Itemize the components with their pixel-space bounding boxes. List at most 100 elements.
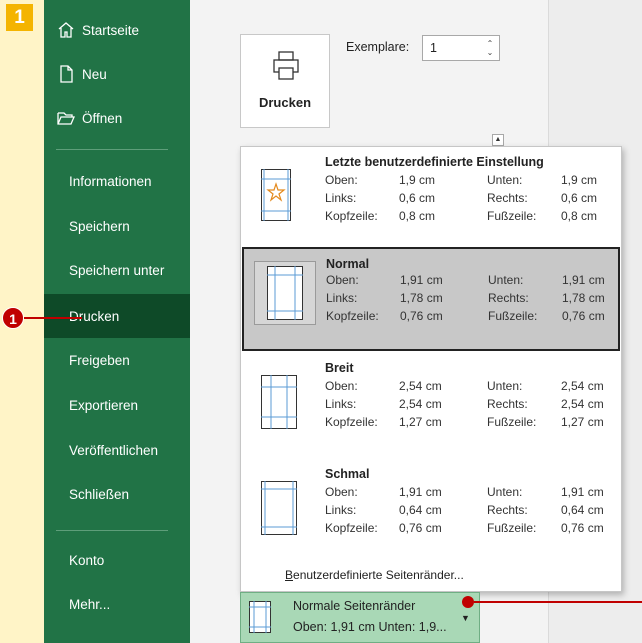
value-rechts: 0,64 cm	[561, 503, 604, 517]
current-margins-title: Normale Seitenränder	[293, 599, 416, 613]
sidebar-item-label: Öffnen	[82, 110, 123, 126]
sidebar-item-konto[interactable]: Konto	[44, 538, 190, 582]
copies-spinner[interactable]: ⌃ ⌄	[485, 39, 495, 57]
sidebar-item-label: Speichern unter	[69, 262, 165, 278]
sidebar-item-label: Mehr...	[69, 596, 111, 612]
label-oben: Oben:	[325, 173, 358, 187]
value-links: 1,78 cm	[400, 291, 443, 305]
label-links: Links:	[325, 503, 357, 517]
sidebar-item-label: Drucken	[69, 308, 120, 324]
sidebar-item-oeffnen[interactable]: Öffnen	[44, 96, 190, 140]
value-kopfzeile: 0,76 cm	[399, 521, 442, 535]
margin-option-title: Normal	[326, 257, 370, 271]
label-unten: Unten:	[488, 273, 524, 287]
label-oben: Oben:	[325, 379, 358, 393]
sidebar-item-label: Veröffentlichen	[69, 442, 159, 458]
label-kopfzeile: Kopfzeile:	[325, 415, 378, 429]
value-unten: 1,9 cm	[561, 173, 598, 187]
value-fusszeile: 0,76 cm	[561, 521, 604, 535]
sidebar-item-freigeben[interactable]: Freigeben	[44, 338, 190, 382]
sidebar-item-mehr[interactable]: Mehr...	[44, 582, 190, 626]
label-links: Links:	[325, 397, 357, 411]
value-unten: 2,54 cm	[561, 379, 604, 393]
value-fusszeile: 0,76 cm	[562, 309, 605, 323]
value-fusszeile: 1,27 cm	[561, 415, 604, 429]
margin-option-title: Schmal	[325, 467, 370, 481]
home-icon	[58, 22, 74, 38]
label-kopfzeile: Kopfzeile:	[325, 209, 378, 223]
label-fusszeile: Fußzeile:	[487, 209, 537, 223]
sidebar-item-neu[interactable]: Neu	[44, 52, 190, 96]
label-unten: Unten:	[487, 173, 523, 187]
sidebar-item-label: Startseite	[82, 22, 140, 38]
normal-margins-icon	[267, 266, 303, 320]
custom-margins-star-icon	[261, 169, 291, 221]
label-rechts: Rechts:	[487, 397, 528, 411]
value-unten: 1,91 cm	[561, 485, 604, 499]
open-folder-icon	[57, 112, 75, 125]
label-rechts: Rechts:	[487, 503, 528, 517]
printer-icon	[273, 51, 299, 80]
sidebar-item-veroeffentlichen[interactable]: Veröffentlichen	[44, 428, 190, 472]
callout-line	[24, 317, 82, 319]
value-oben: 1,91 cm	[400, 273, 443, 287]
sidebar-item-label: Freigeben	[69, 352, 130, 368]
value-kopfzeile: 1,27 cm	[399, 415, 442, 429]
backstage-sidebar: Startseite Neu Öffnen Informationen Spei…	[44, 0, 190, 643]
sidebar-item-speichern[interactable]: Speichern	[44, 204, 190, 248]
value-fusszeile: 0,8 cm	[561, 209, 598, 223]
label-unten: Unten:	[487, 379, 523, 393]
custom-margins-link[interactable]: Benutzerdefinierte Seitenränder...	[285, 568, 464, 582]
value-unten: 1,91 cm	[562, 273, 605, 287]
copies-label: Exemplare:	[346, 40, 410, 54]
sidebar-item-speichern-unter[interactable]: Speichern unter	[44, 248, 190, 292]
sidebar-separator	[56, 530, 168, 531]
value-kopfzeile: 0,8 cm	[399, 209, 436, 223]
sidebar-item-startseite[interactable]: Startseite	[44, 8, 190, 52]
label-rechts: Rechts:	[487, 191, 528, 205]
sidebar-item-label: Informationen	[69, 173, 152, 189]
value-links: 0,6 cm	[399, 191, 436, 205]
label-links: Links:	[325, 191, 357, 205]
value-oben: 1,91 cm	[399, 485, 442, 499]
margin-option-schmal[interactable]: Schmal Oben: 1,91 cm Unten: 1,91 cm Link…	[241, 459, 621, 559]
margin-option-normal[interactable]: Normal Oben: 1,91 cm Unten: 1,91 cm Link…	[242, 247, 620, 351]
label-fusszeile: Fußzeile:	[487, 415, 537, 429]
current-margins-summary: Oben: 1,91 cm Unten: 1,9...	[293, 620, 447, 634]
screenshot-root: 1 Startseite Neu Öffnen Informationen Sp…	[0, 0, 642, 643]
copies-input[interactable]: 1 ⌃ ⌄	[422, 35, 500, 61]
label-fusszeile: Fußzeile:	[487, 521, 537, 535]
callout-dot	[462, 596, 474, 608]
sidebar-item-label: Neu	[82, 66, 107, 82]
sidebar-item-exportieren[interactable]: Exportieren	[44, 383, 190, 427]
sidebar-item-informationen[interactable]: Informationen	[44, 159, 190, 203]
print-button[interactable]: Drucken	[240, 34, 330, 128]
sidebar-separator	[56, 149, 168, 150]
custom-margins-link-text: enutzerdefinierte Seitenränder...	[293, 568, 464, 582]
print-button-label: Drucken	[258, 95, 312, 110]
value-rechts: 1,78 cm	[562, 291, 605, 305]
margin-option-breit[interactable]: Breit Oben: 2,54 cm Unten: 2,54 cm Links…	[241, 353, 621, 453]
custom-margins-link-accesskey: B	[285, 568, 294, 582]
label-kopfzeile: Kopfzeile:	[326, 309, 379, 323]
step-badge: 1	[6, 4, 33, 31]
sidebar-item-schliessen[interactable]: Schließen	[44, 472, 190, 516]
margin-option-title: Letzte benutzerdefinierte Einstellung	[325, 155, 544, 169]
scroll-up-icon[interactable]: ▲	[492, 134, 504, 146]
label-fusszeile: Fußzeile:	[488, 309, 538, 323]
value-oben: 1,9 cm	[399, 173, 436, 187]
chevron-down-icon: ▼	[461, 613, 470, 623]
sidebar-item-label: Schließen	[69, 486, 130, 502]
current-margins-button[interactable]: Normale Seitenränder Oben: 1,91 cm Unten…	[240, 592, 480, 643]
sidebar-item-label: Konto	[69, 552, 105, 568]
callout-badge: 1	[2, 307, 24, 329]
margin-option-last-custom[interactable]: Letzte benutzerdefinierte Einstellung Ob…	[241, 147, 621, 247]
sidebar-item-drucken[interactable]: Drucken	[44, 294, 190, 338]
normal-margins-icon	[249, 601, 271, 633]
label-oben: Oben:	[326, 273, 359, 287]
wide-margins-icon	[261, 375, 297, 429]
value-links: 2,54 cm	[399, 397, 442, 411]
thumbnail-frame	[254, 261, 316, 325]
label-rechts: Rechts:	[488, 291, 529, 305]
narrow-margins-icon	[261, 481, 297, 535]
